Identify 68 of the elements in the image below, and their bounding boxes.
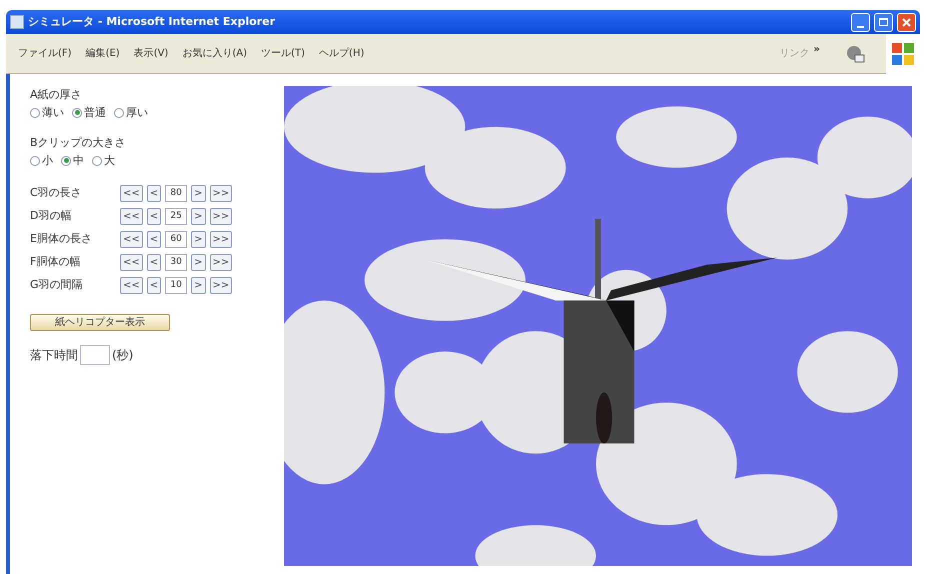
radio-option[interactable]: 大: [92, 152, 115, 169]
radio-option[interactable]: 中: [61, 152, 84, 169]
value-field[interactable]: 10: [165, 277, 188, 294]
radio-label: 大: [104, 152, 115, 168]
minimize-button[interactable]: [851, 12, 870, 32]
maximize-button[interactable]: [874, 12, 893, 32]
parameter-label: G羽の間隔: [30, 277, 84, 294]
radio-icon[interactable]: [30, 156, 40, 166]
radio-icon[interactable]: [61, 156, 71, 166]
radio-icon[interactable]: [72, 108, 82, 118]
menu-item[interactable]: お気に入り(A): [182, 46, 247, 61]
parameter-label: F胴体の幅: [30, 254, 82, 270]
step-button[interactable]: >: [191, 231, 206, 248]
close-icon: [902, 18, 911, 26]
radio-label: 小: [42, 152, 53, 168]
radio-label: 中: [73, 152, 84, 168]
step-button[interactable]: <: [146, 185, 162, 202]
menu-item[interactable]: 編集(E): [86, 46, 120, 61]
radio-icon[interactable]: [30, 108, 40, 118]
menu-item[interactable]: ツール(T): [261, 46, 305, 61]
radio-label: 厚い: [126, 104, 148, 120]
radio-icon[interactable]: [114, 108, 124, 118]
step-button[interactable]: <<: [120, 208, 143, 225]
fall-time-label: 落下時間: [30, 347, 78, 364]
value-field[interactable]: 80: [165, 185, 188, 202]
step-button[interactable]: <<: [120, 277, 143, 294]
more-chevron[interactable]: »: [814, 42, 820, 57]
step-button[interactable]: <: [146, 254, 162, 271]
step-button[interactable]: >: [191, 254, 206, 271]
fall-time-field[interactable]: [80, 345, 110, 365]
radio-option[interactable]: 厚い: [114, 104, 148, 121]
close-button[interactable]: [897, 12, 916, 32]
parameter-label: E胴体の長さ: [30, 231, 93, 248]
parameter-label: C羽の長さ: [30, 185, 83, 202]
step-button[interactable]: <<: [120, 185, 143, 202]
window-icon: [10, 15, 24, 29]
step-button[interactable]: >>: [210, 185, 232, 202]
step-button[interactable]: >>: [210, 254, 232, 271]
show-button[interactable]: 紙ヘリコプター表示: [30, 314, 170, 331]
step-button[interactable]: >: [191, 185, 206, 202]
radio-option[interactable]: 小: [30, 152, 53, 169]
step-button[interactable]: <: [146, 208, 162, 225]
unit-label: (秒): [112, 347, 134, 364]
step-button[interactable]: >>: [210, 277, 232, 294]
step-button[interactable]: >: [191, 208, 206, 225]
menu-item[interactable]: ヘルプ(H): [318, 46, 364, 61]
step-button[interactable]: >>: [210, 231, 232, 248]
step-button[interactable]: >: [191, 277, 206, 294]
menu-item[interactable]: 表示(V): [134, 46, 168, 61]
step-button[interactable]: >>: [210, 208, 232, 225]
radio-label: 薄い: [42, 104, 64, 120]
step-button[interactable]: <<: [120, 231, 143, 248]
section-label: A紙の厚さ: [30, 87, 83, 103]
value-field[interactable]: 30: [165, 254, 188, 271]
radio-option[interactable]: 普通: [72, 104, 106, 121]
step-button[interactable]: <<: [120, 254, 143, 271]
step-button[interactable]: <: [146, 231, 162, 248]
menu-item[interactable]: ファイル(F): [18, 46, 72, 61]
radio-option[interactable]: 薄い: [30, 104, 64, 121]
section-label: Bクリップの大きさ: [30, 135, 127, 151]
parameter-label: D羽の幅: [30, 208, 72, 224]
radio-icon[interactable]: [92, 156, 102, 166]
value-field[interactable]: 60: [165, 231, 188, 248]
value-field[interactable]: 25: [165, 208, 188, 225]
radio-label: 普通: [84, 104, 106, 120]
step-button[interactable]: <: [146, 277, 162, 294]
windows-flag-icon: [891, 42, 915, 66]
window-title: シミュレータ - Microsoft Internet Explorer: [28, 14, 275, 30]
